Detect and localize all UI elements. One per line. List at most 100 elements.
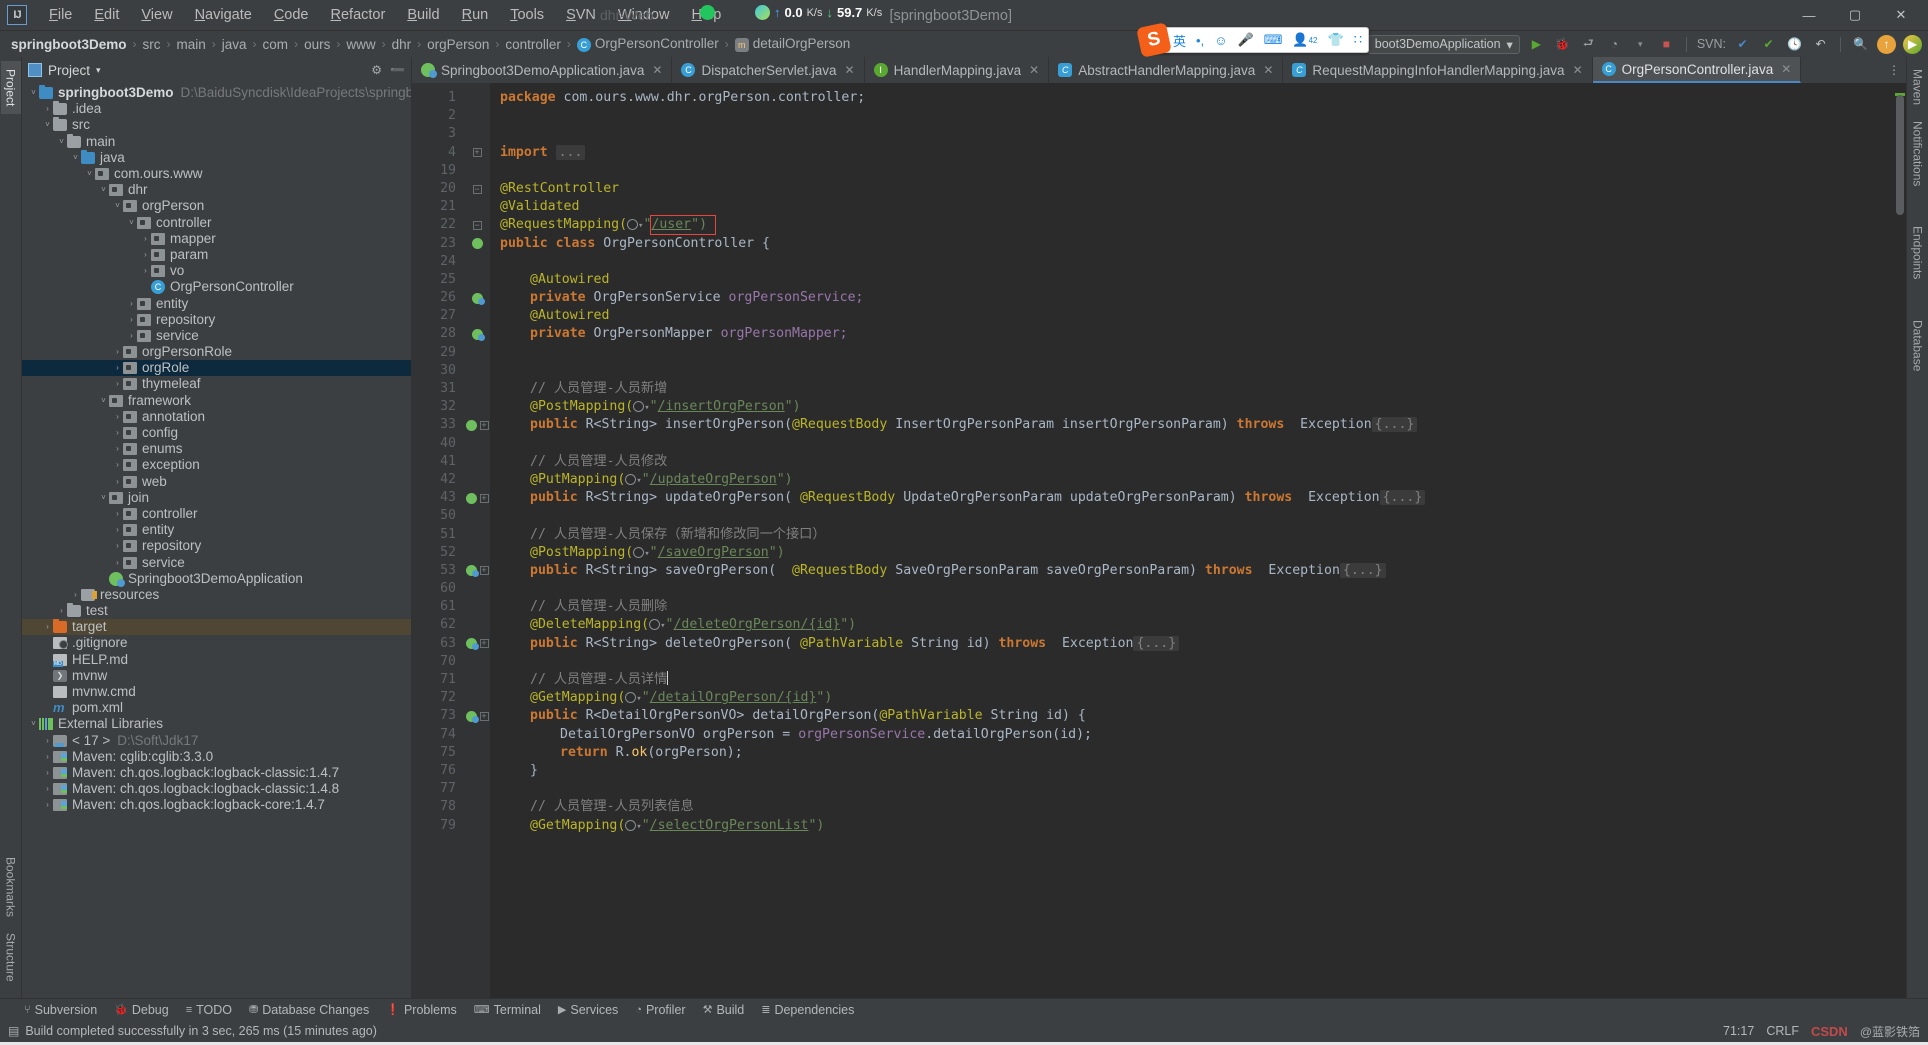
menu-tools[interactable]: Tools (499, 4, 555, 26)
chevron-right-icon[interactable]: · (140, 279, 151, 295)
tool-window-database[interactable]: Database (1908, 312, 1928, 379)
web-endpoint-icon[interactable]: ▾ (649, 617, 666, 632)
spring-bean-icon[interactable] (471, 329, 485, 342)
web-endpoint-icon[interactable]: ▾ (627, 217, 643, 232)
tool-window-bookmarks[interactable]: Bookmarks (1, 849, 21, 925)
chevron-right-icon[interactable]: › (56, 603, 67, 619)
code-content[interactable]: package com.ours.www.dhr.orgPerson.contr… (490, 83, 1906, 998)
bottom-tab-database-changes[interactable]: ⛃ Database Changes (249, 1003, 369, 1017)
spring-bean-icon[interactable] (465, 638, 479, 651)
updates-available-icon[interactable]: ↑ (1877, 34, 1896, 54)
close-tab-icon[interactable]: ✕ (1029, 63, 1039, 77)
code-editor[interactable]: 1 2 3 4 19 20 21 22 23 24 25 26 27 28 29 30 31 32 33 40 41 42… (412, 83, 1906, 998)
gutter-marker[interactable] (464, 762, 490, 780)
tool-window-maven[interactable]: Maven (1908, 61, 1928, 113)
gutter-marker[interactable] (464, 235, 490, 253)
chevron-right-icon[interactable]: · (42, 635, 53, 651)
code-line[interactable]: // 人员管理-人员列表信息 (490, 798, 1906, 816)
chevron-down-icon[interactable]: ˅ (84, 166, 95, 182)
chevron-down-icon[interactable]: ˅ (56, 134, 67, 150)
spring-bean-icon[interactable] (465, 419, 477, 431)
code-line[interactable]: @RequestMapping(▾"/user") (490, 216, 1906, 234)
gutter-marker[interactable] (464, 398, 490, 416)
code-line[interactable]: public R<String> updateOrgPerson( @Reque… (490, 489, 1906, 507)
tree-node-maven-ch-qos-logback-logback-classic-1-4-8[interactable]: › Maven: ch.qos.logback:logback-classic:1… (22, 781, 411, 797)
ime-mode-icon[interactable]: 英 (1173, 31, 1186, 50)
chevron-right-icon[interactable]: › (112, 409, 123, 425)
tree-node-maven-cglib-cglib-3-3-0[interactable]: › Maven: cglib:cglib:3.3.0 (22, 749, 411, 765)
close-tab-icon[interactable]: ✕ (1263, 63, 1273, 77)
editor-tab-abstracthandlermapping-java[interactable]: C AbstractHandlerMapping.java ✕ (1049, 57, 1284, 83)
tree-node--gitignore[interactable]: · .gitignore (22, 635, 411, 651)
gutter-marker[interactable] (464, 380, 490, 398)
code-line[interactable] (490, 580, 1906, 598)
project-tree[interactable]: ˅ springboot3Demo D:\BaiduSyncdisk\IdeaPro… (22, 83, 411, 998)
close-tab-icon[interactable]: ✕ (1781, 62, 1791, 76)
chevron-down-icon[interactable]: ˅ (98, 490, 109, 506)
svn-commit-button[interactable]: ✔ (1759, 35, 1778, 54)
profile-button[interactable]: ◔ (1605, 35, 1624, 54)
chevron-down-icon[interactable]: ˅ (126, 215, 137, 231)
tree-node-exception[interactable]: › exception (22, 457, 411, 473)
bottom-tab-build[interactable]: ⚒ Build (703, 1003, 745, 1017)
breadcrumb-item-www[interactable]: www (343, 36, 378, 53)
gutter-marker[interactable]: − (464, 180, 490, 198)
chevron-right-icon[interactable]: › (42, 619, 53, 635)
tree-node-enums[interactable]: › enums (22, 441, 411, 457)
gutter-marker[interactable]: + (464, 707, 490, 725)
code-line[interactable]: package com.ours.www.dhr.orgPerson.contr… (490, 89, 1906, 107)
close-button[interactable]: ✕ (1878, 0, 1924, 31)
tree-node-java[interactable]: ˅ java (22, 149, 411, 166)
gutter-marker[interactable] (464, 89, 490, 107)
breadcrumb-item-ours[interactable]: ours (301, 36, 333, 53)
chevron-down-icon[interactable]: ˅ (28, 85, 39, 101)
menu-file[interactable]: File (38, 4, 83, 26)
breadcrumb-item-detailorgperson[interactable]: m detailOrgPerson (732, 35, 854, 52)
chevron-right-icon[interactable]: › (112, 376, 123, 392)
code-line[interactable]: public R<String> insertOrgPerson(@Reques… (490, 416, 1906, 434)
run-configuration-selector[interactable]: boot3DemoApplication ▾ (1367, 34, 1520, 54)
code-line[interactable]: @Autowired (490, 307, 1906, 325)
tree-node-maven-ch-qos-logback-logback-classic-1-4-7[interactable]: › Maven: ch.qos.logback:logback-classic:1… (22, 765, 411, 781)
tool-window-notifications[interactable]: Notifications (1908, 113, 1928, 194)
gutter-marker[interactable]: + (464, 489, 490, 507)
spring-bean-icon[interactable] (465, 565, 479, 578)
tree-node-target[interactable]: › target (22, 619, 411, 636)
web-endpoint-icon[interactable]: ▾ (625, 472, 642, 487)
gutter-marker[interactable]: + (464, 416, 490, 434)
chevron-right-icon[interactable]: · (42, 668, 53, 684)
editor-tab-requestmappinginfohandlermapping-java[interactable]: C RequestMappingInfoHandlerMapping.java ✕ (1283, 57, 1593, 83)
tree-node-mvnw[interactable]: ·❯ mvnw (22, 668, 411, 684)
caret-position[interactable]: 71:17 (1723, 1024, 1754, 1038)
gutter-marker[interactable] (464, 580, 490, 598)
breadcrumb-item-controller[interactable]: controller (502, 36, 564, 53)
code-line[interactable]: import ... (490, 144, 1906, 162)
tree-node-springboot3demoapplication[interactable]: · Springboot3DemoApplication (22, 571, 411, 587)
gutter-marker[interactable] (464, 253, 490, 271)
code-line[interactable]: @GetMapping(▾"/selectOrgPersonList") (490, 817, 1906, 835)
settings-gear-icon[interactable]: ⚙ (371, 63, 382, 77)
tree-node-param[interactable]: › param (22, 247, 411, 263)
tree-node-orgpersoncontroller[interactable]: ·C OrgPersonController (22, 279, 411, 295)
tree-node-repository[interactable]: › repository (22, 312, 411, 328)
chevron-right-icon[interactable]: › (42, 101, 53, 117)
code-line[interactable]: @GetMapping(▾"/detailOrgPerson/{id}") (490, 689, 1906, 707)
gutter-icons[interactable]: + − − + + + + + (464, 83, 490, 998)
breadcrumb-item-main[interactable]: main (174, 36, 209, 53)
chevron-right-icon[interactable]: › (126, 328, 137, 344)
code-line[interactable] (490, 162, 1906, 180)
editor-tab-handlermapping-java[interactable]: I HandlerMapping.java ✕ (864, 57, 1050, 83)
tree-node-main[interactable]: ˅ main (22, 133, 411, 150)
gutter-marker[interactable] (464, 798, 490, 816)
chevron-right-icon[interactable]: › (42, 797, 53, 813)
fold-toggle-icon[interactable]: + (472, 148, 482, 158)
tree-node-framework[interactable]: ˅ framework (22, 393, 411, 409)
maximize-button[interactable]: ▢ (1832, 0, 1878, 31)
code-line[interactable] (490, 253, 1906, 271)
tool-window-structure[interactable]: Structure (1, 925, 21, 990)
chevron-down-icon[interactable]: ˅ (112, 198, 123, 214)
gutter-marker[interactable] (464, 689, 490, 707)
ime-punctuation-icon[interactable]: •, (1196, 33, 1204, 48)
code-line[interactable]: @PostMapping(▾"/saveOrgPerson") (490, 544, 1906, 562)
chevron-right-icon[interactable]: › (112, 457, 123, 473)
